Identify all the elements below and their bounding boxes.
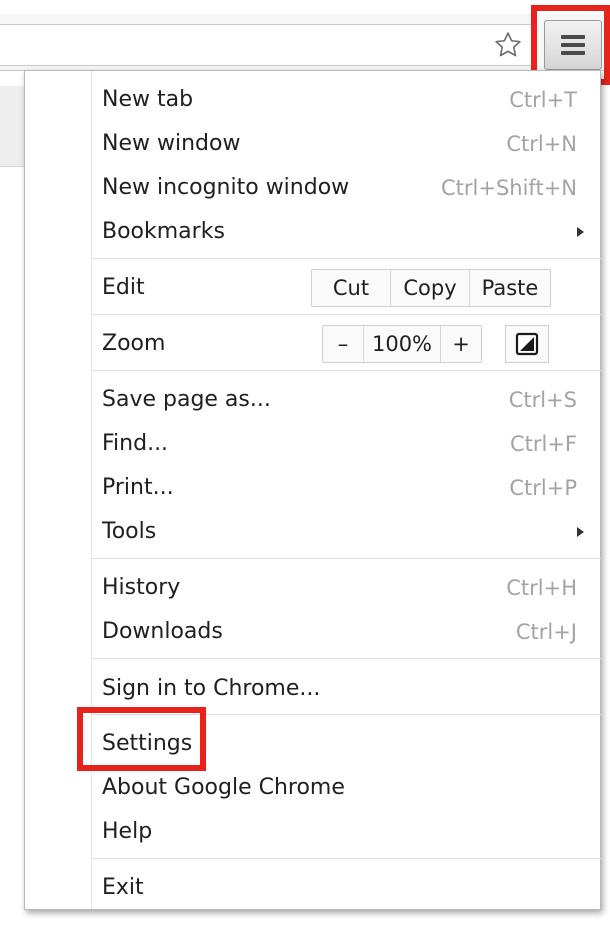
menu-separator bbox=[91, 658, 601, 659]
menu-separator bbox=[91, 858, 601, 859]
menu-item-shortcut: Ctrl+T bbox=[509, 88, 577, 112]
menu-item-label: Help bbox=[102, 819, 153, 844]
zoom-control-group: – 100% + bbox=[322, 325, 482, 363]
menu-item-shortcut: Ctrl+N bbox=[506, 132, 577, 156]
menu-item-save-page-as[interactable]: Save page as... Ctrl+S bbox=[102, 380, 592, 420]
edit-button-group: Cut Copy Paste bbox=[311, 269, 551, 307]
menu-item-about-google-chrome[interactable]: About Google Chrome bbox=[102, 768, 592, 808]
menu-item-label: History bbox=[102, 575, 181, 600]
menu-item-bookmarks[interactable]: Bookmarks bbox=[102, 212, 592, 252]
menu-separator bbox=[91, 370, 601, 371]
settings-highlight-box bbox=[77, 707, 206, 771]
menu-item-sign-in[interactable]: Sign in to Chrome... bbox=[102, 669, 592, 709]
submenu-arrow-icon bbox=[577, 527, 584, 537]
paste-button[interactable]: Paste bbox=[469, 270, 550, 306]
chrome-menu-dropdown: New tab Ctrl+T New window Ctrl+N New inc… bbox=[24, 70, 601, 910]
menu-item-new-window[interactable]: New window Ctrl+N bbox=[102, 124, 592, 164]
menu-item-shortcut: Ctrl+F bbox=[509, 432, 577, 456]
zoom-in-button[interactable]: + bbox=[440, 326, 481, 362]
menu-item-label: Find... bbox=[102, 431, 169, 456]
menu-item-new-incognito-window[interactable]: New incognito window Ctrl+Shift+N bbox=[102, 168, 592, 208]
address-bar[interactable] bbox=[0, 24, 537, 66]
menu-item-shortcut: Ctrl+H bbox=[506, 576, 577, 600]
menu-item-label: Sign in to Chrome... bbox=[102, 676, 321, 701]
menu-item-label: Bookmarks bbox=[102, 219, 225, 244]
menu-item-print[interactable]: Print... Ctrl+P bbox=[102, 468, 592, 508]
menu-item-shortcut: Ctrl+P bbox=[509, 476, 577, 500]
cut-button[interactable]: Cut bbox=[312, 270, 390, 306]
submenu-arrow-icon bbox=[577, 227, 584, 237]
menu-separator bbox=[91, 558, 601, 559]
fullscreen-button[interactable] bbox=[505, 325, 549, 363]
menu-item-shortcut: Ctrl+J bbox=[515, 620, 577, 644]
menu-item-downloads[interactable]: Downloads Ctrl+J bbox=[102, 612, 592, 652]
zoom-out-button[interactable]: – bbox=[323, 326, 363, 362]
menu-item-label: New incognito window bbox=[102, 175, 350, 200]
menu-item-history[interactable]: History Ctrl+H bbox=[102, 568, 592, 608]
menu-item-exit[interactable]: Exit bbox=[102, 868, 592, 908]
menu-item-new-tab[interactable]: New tab Ctrl+T bbox=[102, 80, 592, 120]
menu-separator bbox=[91, 314, 601, 315]
copy-button[interactable]: Copy bbox=[390, 270, 469, 306]
menu-item-label: About Google Chrome bbox=[102, 775, 345, 800]
fullscreen-icon bbox=[515, 332, 539, 356]
menu-item-shortcut: Ctrl+Shift+N bbox=[441, 176, 577, 200]
menu-item-label: Print... bbox=[102, 475, 174, 500]
menu-separator bbox=[91, 258, 601, 259]
menu-item-find[interactable]: Find... Ctrl+F bbox=[102, 424, 592, 464]
page-edge bbox=[0, 86, 24, 167]
window-top-edge bbox=[0, 0, 610, 15]
menu-item-tools[interactable]: Tools bbox=[102, 512, 592, 552]
menu-item-help[interactable]: Help bbox=[102, 812, 592, 852]
menu-item-label: Exit bbox=[102, 875, 144, 900]
menu-item-label: Tools bbox=[102, 519, 157, 544]
menu-item-label: Save page as... bbox=[102, 387, 271, 412]
menu-item-label: Downloads bbox=[102, 619, 223, 644]
menu-gutter bbox=[91, 71, 92, 909]
menu-item-shortcut: Ctrl+S bbox=[508, 388, 577, 412]
menu-item-label: Edit bbox=[102, 275, 145, 300]
zoom-level-value: 100% bbox=[363, 326, 440, 362]
menu-item-label: Zoom bbox=[102, 331, 166, 356]
star-outline-icon[interactable] bbox=[490, 27, 526, 63]
menu-item-label: New tab bbox=[102, 87, 194, 112]
menu-item-label: New window bbox=[102, 131, 241, 156]
